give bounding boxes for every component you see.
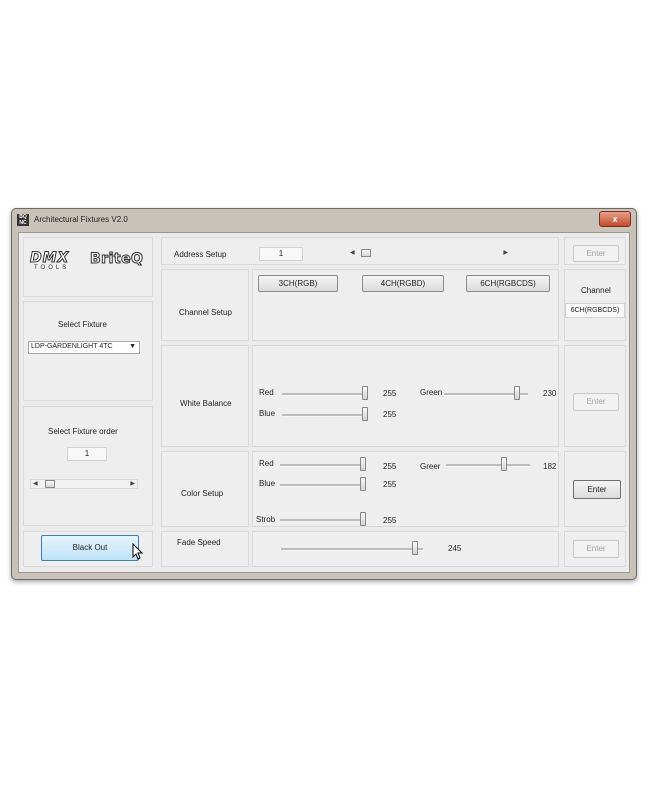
cs-enter-panel: Enter xyxy=(564,451,626,527)
fixture-order-scroll-thumb[interactable] xyxy=(44,480,55,488)
cs-enter-button[interactable]: Enter xyxy=(573,480,621,499)
wb-enter-panel: Enter xyxy=(564,345,626,447)
fixture-order-label: Select Fixture order xyxy=(48,427,118,436)
cs-strob-slider-track[interactable] xyxy=(280,519,366,522)
address-scroll-thumb[interactable] xyxy=(360,249,371,257)
cs-strob-value: 255 xyxy=(383,516,397,525)
wb-blue-slider-track[interactable] xyxy=(282,414,368,417)
close-button[interactable]: x xyxy=(599,211,631,227)
wb-red-value: 255 xyxy=(383,389,397,398)
fade-enter-panel: Enter xyxy=(564,531,626,567)
black-out-label: Black Out xyxy=(72,543,108,552)
cs-blue-label: Blue xyxy=(259,479,276,488)
dmx-tools-logo: DMX TOOLS xyxy=(30,251,86,273)
address-setup-label: Address Setup xyxy=(174,250,227,259)
mouse-cursor-icon xyxy=(132,543,144,560)
cs-green-slider-thumb[interactable] xyxy=(501,457,508,471)
wb-green-label: Green xyxy=(420,388,443,397)
cs-blue-slider-track[interactable] xyxy=(280,484,366,487)
scroll-right-icon[interactable]: ▶ xyxy=(130,480,135,488)
white-balance-panel: Red 255 Blue 255 Green 230 xyxy=(252,345,559,447)
wb-red-label: Red xyxy=(259,388,274,397)
logo-panel: DMX TOOLS BriteQ xyxy=(23,237,153,297)
address-setup-panel: Address Setup 1 ◀ ▶ xyxy=(161,237,559,265)
address-enter-button[interactable]: Enter xyxy=(573,245,619,262)
fade-value: 245 xyxy=(448,544,462,553)
cs-strob-slider-thumb[interactable] xyxy=(360,512,366,526)
wb-green-value: 230 xyxy=(543,389,557,398)
channel-label: Channel xyxy=(581,286,611,295)
cs-strob-label: Strob xyxy=(256,515,276,524)
fade-slider-track[interactable] xyxy=(281,548,423,551)
fixture-dropdown[interactable]: LDP-GARDENLIGHT 4TC ▼ xyxy=(28,341,140,354)
wb-blue-value: 255 xyxy=(383,410,397,419)
fade-slider-thumb[interactable] xyxy=(411,541,418,555)
wb-green-slider-thumb[interactable] xyxy=(514,386,521,400)
fixture-order-scrollbar[interactable]: ◀ ▶ xyxy=(30,479,138,489)
white-balance-label: White Balance xyxy=(180,399,232,408)
cs-red-slider-track[interactable] xyxy=(280,464,366,467)
channel-3ch-button[interactable]: 3CH(RGB) xyxy=(258,275,338,292)
fade-speed-panel: 245 xyxy=(252,531,559,567)
tools-logo-text: TOOLS xyxy=(34,265,70,271)
channel-value: 6CH(RGBCDS) xyxy=(565,303,625,318)
wb-red-slider-track[interactable] xyxy=(282,393,368,396)
briteq-logo: BriteQ xyxy=(89,251,144,268)
address-scrollbar[interactable]: ◀ ▶ xyxy=(348,249,510,259)
wb-blue-slider-thumb[interactable] xyxy=(362,407,368,421)
client-area: DMX TOOLS BriteQ Select Fixture LDP-GARD… xyxy=(18,232,630,573)
channel-4ch-button[interactable]: 4CH(RGBD) xyxy=(362,275,444,292)
black-out-button[interactable]: Black Out xyxy=(41,535,139,561)
address-scroll-left-icon[interactable]: ◀ xyxy=(350,249,355,257)
address-value[interactable]: 1 xyxy=(259,247,303,261)
fixture-dropdown-value: LDP-GARDENLIGHT 4TC xyxy=(31,343,113,350)
channel-info-panel: Channel 6CH(RGBCDS) xyxy=(564,269,626,341)
wb-enter-button[interactable]: Enter xyxy=(573,393,619,411)
color-setup-label-panel: Color Setup xyxy=(161,451,249,527)
cs-red-label: Red xyxy=(259,459,274,468)
channel-setup-label-panel: Channel Setup xyxy=(161,269,249,341)
fade-enter-button[interactable]: Enter xyxy=(573,540,619,558)
fixture-order-panel: Select Fixture order 1 ◀ ▶ xyxy=(23,406,153,526)
channel-buttons-panel: 3CH(RGB) 4CH(RGBD) 6CH(RGBCDS) xyxy=(252,269,559,341)
address-enter-panel: Enter xyxy=(564,237,626,265)
dropdown-arrow-icon: ▼ xyxy=(129,343,136,350)
cs-green-value: 182 xyxy=(543,462,557,471)
address-scroll-right-icon[interactable]: ▶ xyxy=(503,249,508,257)
white-balance-label-panel: White Balance xyxy=(161,345,249,447)
select-fixture-label: Select Fixture xyxy=(58,320,107,329)
scroll-left-icon[interactable]: ◀ xyxy=(33,480,38,488)
cs-red-slider-thumb[interactable] xyxy=(360,457,366,471)
wb-red-slider-thumb[interactable] xyxy=(362,386,368,400)
cs-blue-slider-thumb[interactable] xyxy=(360,477,366,491)
fade-speed-label: Fade Speed xyxy=(177,538,221,547)
select-fixture-panel: Select Fixture LDP-GARDENLIGHT 4TC ▼ xyxy=(23,301,153,401)
cs-red-value: 255 xyxy=(383,462,397,471)
channel-setup-label: Channel Setup xyxy=(179,308,232,317)
title-bar[interactable]: BQ NC Architectural Fixtures V2.0 x xyxy=(12,209,636,231)
dmx-logo-text: DMX xyxy=(30,250,70,266)
cs-blue-value: 255 xyxy=(383,480,397,489)
color-setup-panel: Red 255 Blue 255 Greer 182 Strob 255 xyxy=(252,451,559,527)
app-window: BQ NC Architectural Fixtures V2.0 x DMX T… xyxy=(11,208,637,580)
cs-green-slider-track[interactable] xyxy=(446,464,530,467)
fixture-order-value[interactable]: 1 xyxy=(67,447,107,461)
fade-speed-label-panel: Fade Speed xyxy=(161,531,249,567)
wb-blue-label: Blue xyxy=(259,409,276,418)
window-title: Architectural Fixtures V2.0 xyxy=(34,215,128,224)
app-icon: BQ NC xyxy=(17,214,29,226)
cs-green-label: Greer xyxy=(420,462,441,471)
color-setup-label: Color Setup xyxy=(181,489,224,498)
channel-6ch-button[interactable]: 6CH(RGBCDS) xyxy=(466,275,550,292)
